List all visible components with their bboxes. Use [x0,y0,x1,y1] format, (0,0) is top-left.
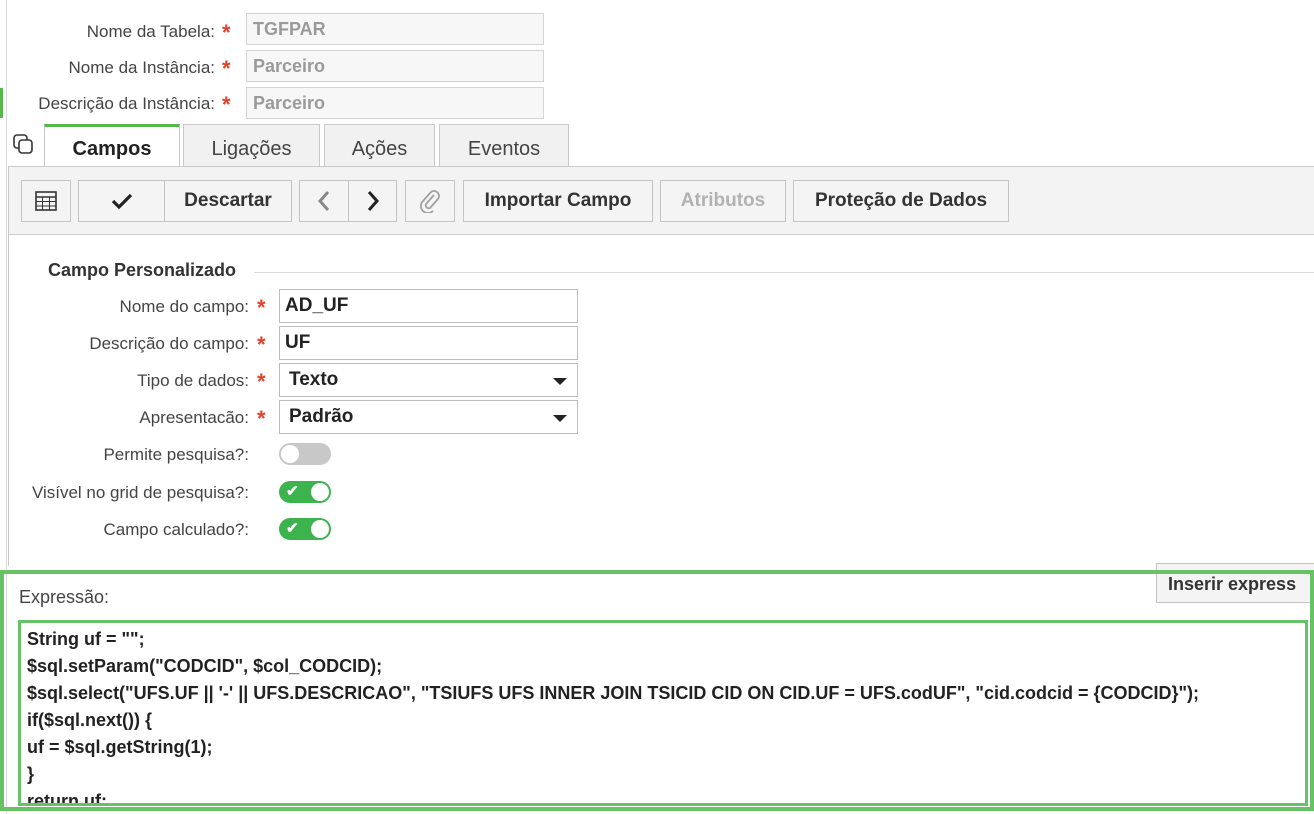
presentation-value: Padrão [289,406,354,427]
tab-ligacoes[interactable]: Ligações [183,124,320,166]
chevron-left-icon [317,190,331,211]
caret-down-icon [553,415,567,422]
calculated-label: Campo calculado?: [103,520,249,539]
data-type-select[interactable]: Texto [279,363,578,397]
toggle-knob [281,445,299,463]
section-divider [254,272,1314,273]
code-line: return uf; [27,791,107,806]
tab-campos[interactable]: Campos [44,124,180,166]
expression-label: Expressão: [19,587,110,607]
next-button[interactable] [348,180,397,222]
code-line: $sql.select("UFS.UF || '-' || UFS.DESCRI… [27,683,1200,703]
expression-editor[interactable]: String uf = ""; $sql.setParam("CODCID", … [18,620,1308,806]
instance-name-label: Nome da Instância: [68,58,215,77]
instance-name-field: Parceiro [246,50,544,82]
copy-icon[interactable] [12,133,36,157]
searchable-label: Permite pesquisa?: [103,445,249,464]
code-line: uf = $sql.getString(1); [27,737,213,757]
code-line: String uf = ""; [27,629,145,649]
code-line: } [27,764,35,784]
table-name-field: TGFPAR [246,13,544,45]
check-icon: ✔ [286,483,299,500]
calculated-toggle[interactable]: ✔ [279,518,331,540]
data-type-value: Texto [289,369,339,390]
attributes-button[interactable]: Atributos [660,180,786,222]
tab-acoes[interactable]: Ações [324,124,435,166]
code-line: if($sql.next()) { [27,710,153,730]
data-protection-button[interactable]: Proteção de Dados [793,180,1009,222]
required-mark: * [257,369,266,394]
field-name-input[interactable]: AD_UF [279,289,578,323]
presentation-select[interactable]: Padrão [279,400,578,434]
required-mark: * [222,56,231,81]
instance-description-label: Descrição da Instância: [38,94,215,113]
toggle-knob [311,520,329,538]
check-icon: ✔ [286,520,299,537]
code-line: $sql.setParam("CODCID", $col_CODCID); [27,656,383,676]
grid-icon [35,190,57,211]
required-mark: * [257,332,266,357]
check-icon [111,190,133,211]
left-edge-accent [0,88,3,118]
paperclip-icon [419,190,441,214]
import-field-button[interactable]: Importar Campo [463,180,653,222]
chevron-right-icon [366,190,380,211]
attach-button[interactable] [405,180,455,222]
discard-button[interactable]: Descartar [164,180,292,222]
visible-grid-toggle[interactable]: ✔ [279,481,331,503]
caret-down-icon [553,378,567,385]
field-description-input[interactable]: UF [279,326,578,360]
field-name-label: Nome do campo: [119,297,249,316]
presentation-label: Apresentacão: [139,408,249,427]
required-mark: * [222,20,231,45]
data-type-label: Tipo de dados: [137,371,249,390]
section-title: Campo Personalizado [48,260,237,280]
field-description-label: Descrição do campo: [89,334,249,353]
grid-view-button[interactable] [21,180,71,222]
tab-eventos[interactable]: Eventos [439,124,569,166]
instance-description-field: Parceiro [246,87,544,119]
required-mark: * [257,406,266,431]
table-name-label: Nome da Tabela: [86,22,215,41]
required-mark: * [222,92,231,117]
save-button[interactable] [78,180,165,222]
visible-grid-label: Visível no grid de pesquisa?: [31,483,249,502]
previous-button[interactable] [299,180,349,222]
searchable-toggle[interactable] [279,443,331,465]
toggle-knob [311,483,329,501]
required-mark: * [257,295,266,320]
